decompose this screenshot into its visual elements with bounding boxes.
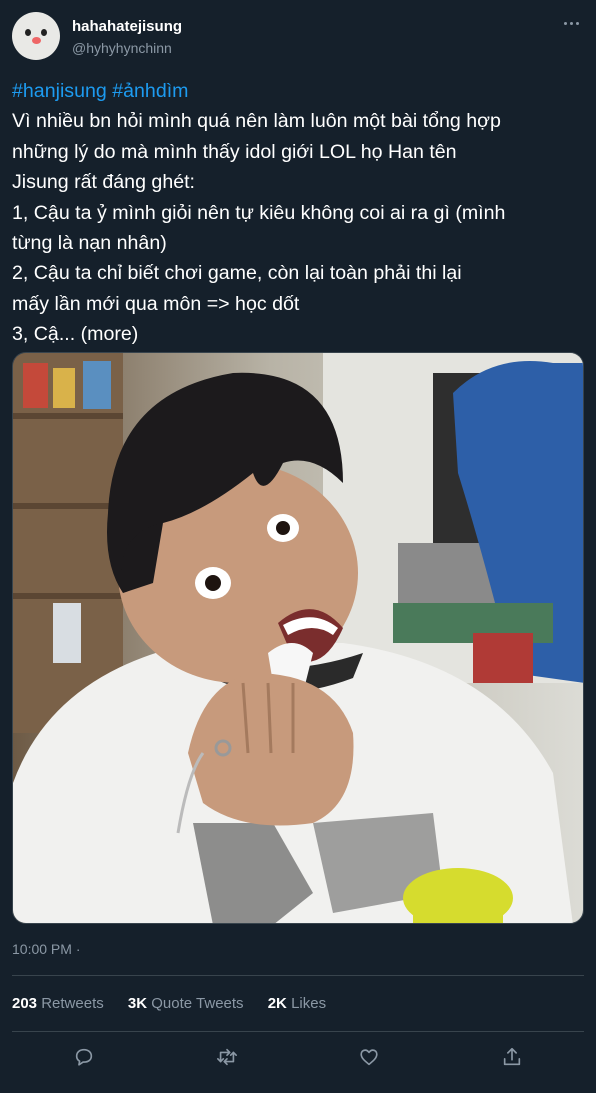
avatar-eye: [25, 29, 31, 36]
reply-icon: [75, 1048, 93, 1066]
tweet-line: từng là nạn nhân): [12, 232, 167, 255]
engagement-stats: 203 Retweets 3K Quote Tweets 2K Likes: [12, 995, 346, 1012]
avatar[interactable]: [12, 12, 60, 60]
tweet-line: Jisung rất đáng ghét:: [12, 171, 196, 194]
divider: [12, 1031, 584, 1032]
retweets-count: 203: [12, 995, 38, 1012]
retweets-stat[interactable]: 203 Retweets: [12, 995, 104, 1012]
author-display-name[interactable]: hahahatejisung: [72, 18, 182, 35]
retweet-button[interactable]: [210, 1040, 244, 1074]
reply-button[interactable]: [67, 1040, 101, 1074]
tweet-line: mấy lần mới qua môn => học dốt: [12, 292, 300, 315]
quote-tweets-stat[interactable]: 3K Quote Tweets: [128, 995, 244, 1012]
action-bar: [12, 1040, 584, 1074]
photo-illustration: [13, 353, 583, 923]
retweets-label: Retweets: [41, 995, 104, 1012]
tweet-line: 1, Cậu ta ỷ mình giỏi nên tự kiêu không …: [12, 201, 506, 224]
divider: [12, 975, 584, 976]
likes-stat[interactable]: 2K Likes: [268, 995, 326, 1012]
tweet-hashtags[interactable]: #hanjisung #ảnhdìm: [12, 76, 584, 106]
tweet-header: hahahatejisung @hyhyhynchinn: [12, 12, 584, 62]
like-icon: [360, 1049, 378, 1066]
like-button[interactable]: [352, 1040, 386, 1074]
tweet-timestamp[interactable]: 10:00 PM ·: [12, 941, 80, 957]
likes-label: Likes: [291, 995, 327, 1012]
tweet-line: những lý do mà mình thấy idol giới LOL h…: [12, 140, 457, 163]
tweet-text: #hanjisung #ảnhdìm Vì nhiều bn hỏi mình …: [12, 76, 584, 350]
avatar-eye: [41, 29, 47, 36]
author-handle[interactable]: @hyhyhynchinn: [72, 40, 172, 56]
avatar-beak: [32, 37, 41, 44]
share-icon: [503, 1047, 521, 1066]
tweet-more-line[interactable]: 3, Cậ... (more): [12, 319, 584, 349]
tweet-photo[interactable]: [12, 352, 584, 924]
tweet-line: Vì nhiều bn hỏi mình quá nên làm luôn mộ…: [12, 110, 501, 133]
quotes-label: Quote Tweets: [151, 995, 244, 1012]
retweet-icon: [217, 1048, 237, 1066]
likes-count: 2K: [267, 995, 287, 1012]
tweet-line: 2, Cậu ta chỉ biết chơi game, còn lại to…: [12, 262, 462, 285]
more-options-icon[interactable]: [562, 14, 582, 34]
share-button[interactable]: [495, 1040, 529, 1074]
quotes-count: 3K: [127, 995, 148, 1012]
